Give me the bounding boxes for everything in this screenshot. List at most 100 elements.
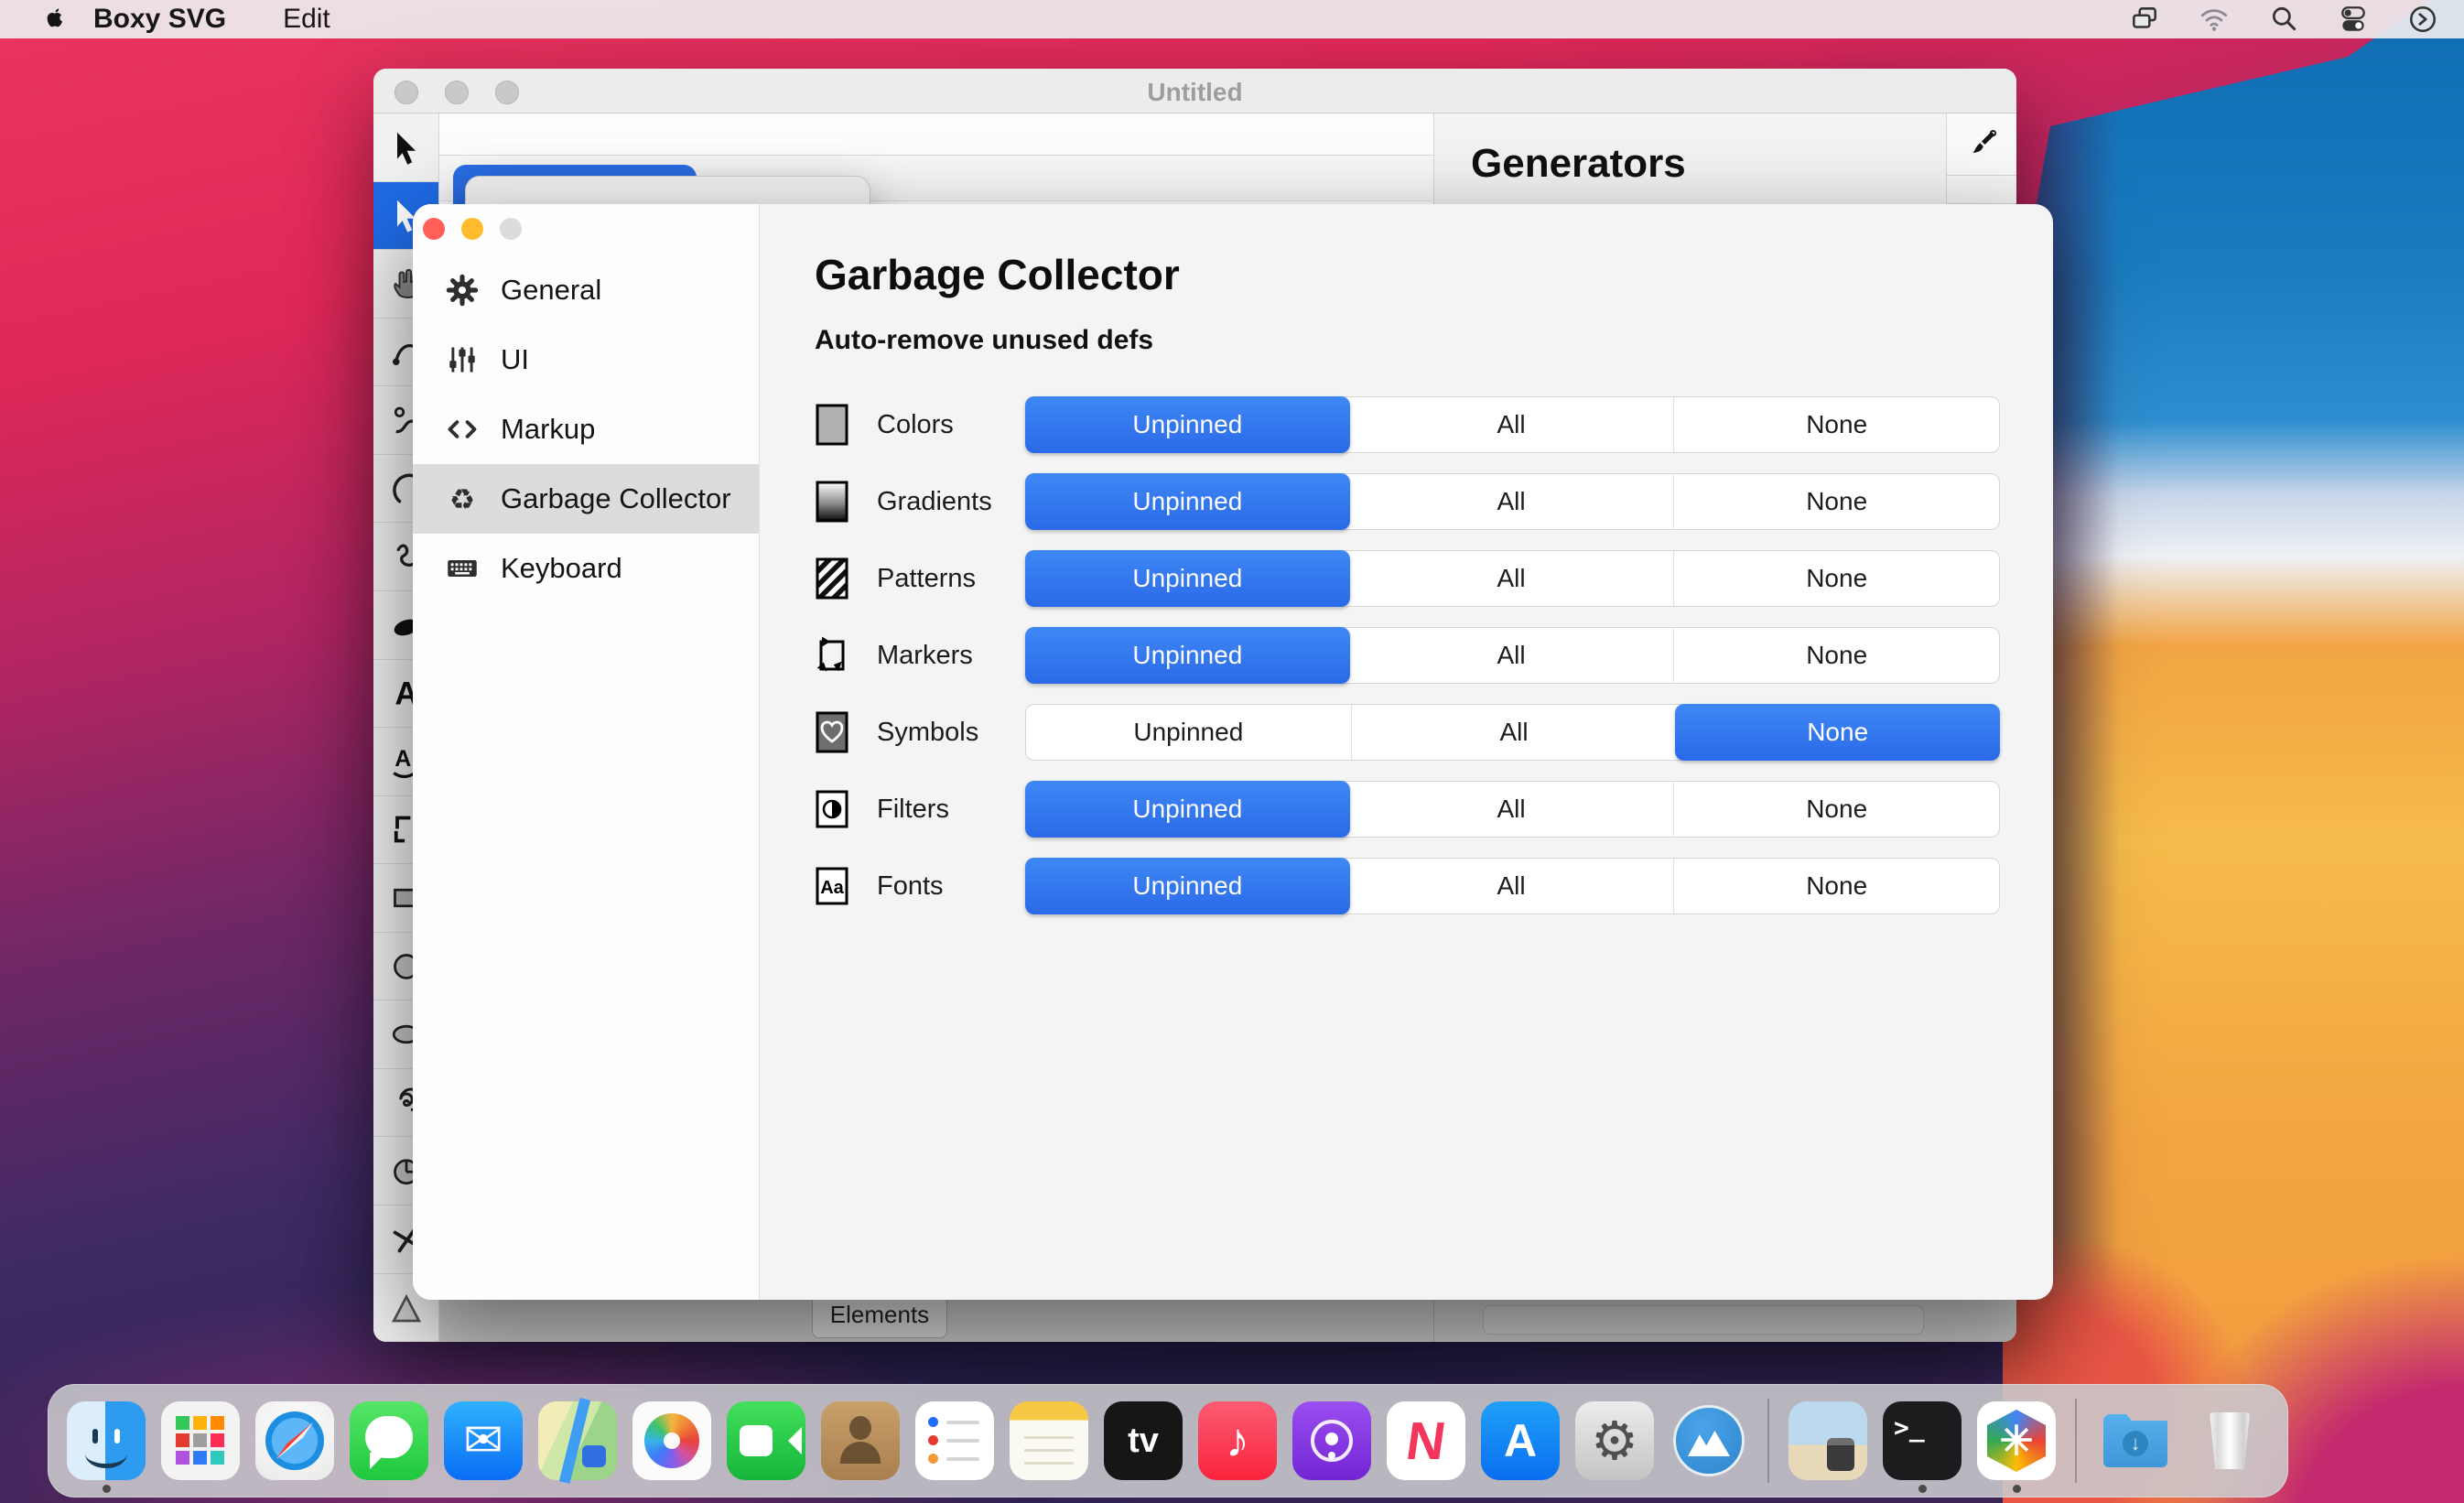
segment-unpinned[interactable]: Unpinned <box>1025 627 1350 684</box>
dock-facetime[interactable] <box>727 1401 805 1480</box>
bottom-bar-inset-panel <box>1483 1305 1924 1335</box>
segment-none[interactable]: None <box>1675 704 2001 761</box>
dock <box>48 1384 2288 1498</box>
segment-none[interactable]: None <box>1673 474 1999 529</box>
dock-hex-flower-app[interactable] <box>1977 1401 2056 1493</box>
filters-swatch-icon <box>815 787 849 831</box>
brush-icon <box>1964 127 1999 162</box>
segment-unpinned[interactable]: Unpinned <box>1026 705 1351 760</box>
settings-sidebar: General UI Markup Garbage Collector Keyb… <box>413 204 760 1300</box>
dock-downloads[interactable] <box>2096 1401 2175 1480</box>
defs-row: Colors Unpinned All None <box>815 396 2053 453</box>
circle-chevron-icon[interactable] <box>2407 4 2438 35</box>
dock-preview[interactable] <box>1789 1401 1867 1480</box>
dock-launchpad[interactable] <box>161 1401 240 1480</box>
dock-notes[interactable] <box>1010 1401 1088 1480</box>
menu-app-name[interactable]: Boxy SVG <box>93 4 226 35</box>
segment-unpinned[interactable]: Unpinned <box>1025 396 1350 453</box>
desktop: Boxy SVG Edit Untitled Generators Elemen… <box>0 0 2464 1503</box>
running-indicator <box>2013 1485 2021 1493</box>
segmented-control: Unpinned All None <box>1025 858 2000 914</box>
control-center-icon[interactable] <box>2338 4 2369 35</box>
bottom-tab-bar <box>439 1297 2016 1342</box>
fonts-swatch-icon <box>815 864 849 908</box>
settings-dialog: General UI Markup Garbage Collector Keyb… <box>413 204 2053 1300</box>
dock-messages[interactable] <box>350 1401 428 1480</box>
sidebar-item-keyboard[interactable]: Keyboard <box>413 534 759 603</box>
dock-contacts[interactable] <box>821 1401 900 1480</box>
segment-all[interactable]: All <box>1349 628 1674 683</box>
segment-none[interactable]: None <box>1673 859 1999 914</box>
dock-music[interactable] <box>1198 1401 1277 1480</box>
dock-terminal[interactable] <box>1883 1401 1961 1493</box>
paint-panel-tab[interactable] <box>1946 114 2016 176</box>
menu-status-icons <box>2129 4 2438 35</box>
dock-news[interactable] <box>1387 1401 1465 1480</box>
segment-all[interactable]: All <box>1350 705 1677 760</box>
paint-panel-subtab[interactable] <box>1946 176 2016 204</box>
sidebar-item-general[interactable]: General <box>413 255 759 325</box>
dock-photos[interactable] <box>632 1401 711 1480</box>
sidebar-item-markup[interactable]: Markup <box>413 395 759 464</box>
menu-bar: Boxy SVG Edit <box>0 0 2464 38</box>
colors-swatch-icon <box>815 403 849 447</box>
segment-unpinned[interactable]: Unpinned <box>1025 473 1350 530</box>
segment-all[interactable]: All <box>1349 859 1674 914</box>
dock-separator[interactable] <box>2075 1399 2077 1483</box>
dock-finder[interactable] <box>67 1401 146 1493</box>
segment-none[interactable]: None <box>1673 397 1999 452</box>
bottom-bar-divider <box>1433 1298 1434 1342</box>
tab-elements-label: Elements <box>829 1300 930 1328</box>
window-title: Untitled <box>1147 78 1243 106</box>
page-title: Garbage Collector <box>815 251 1180 298</box>
dock-apple-tv[interactable] <box>1104 1401 1183 1480</box>
dock-mail[interactable] <box>444 1401 523 1480</box>
dock-safari[interactable] <box>255 1401 334 1480</box>
dock-mountain-app[interactable] <box>1670 1401 1748 1480</box>
wallpaper-sky <box>2000 0 2464 1503</box>
gradients-swatch-icon <box>815 480 849 524</box>
sidebar-item-garbage-collector[interactable]: Garbage Collector <box>413 464 759 534</box>
segment-all[interactable]: All <box>1349 397 1674 452</box>
dialog-close-button[interactable] <box>423 218 445 240</box>
running-indicator <box>1918 1485 1927 1493</box>
generators-panel-title: Generators <box>1471 141 1686 186</box>
dock-trash[interactable] <box>2190 1401 2269 1480</box>
segment-all[interactable]: All <box>1349 474 1674 529</box>
segment-unpinned[interactable]: Unpinned <box>1025 858 1350 914</box>
search-icon[interactable] <box>2268 4 2299 35</box>
menu-item-edit[interactable]: Edit <box>283 4 330 35</box>
markers-swatch-icon <box>815 633 849 677</box>
recycle-icon <box>446 482 479 515</box>
segment-unpinned[interactable]: Unpinned <box>1025 781 1350 838</box>
window-titlebar[interactable]: Untitled <box>373 69 2016 114</box>
select-tool-icon <box>388 129 425 166</box>
dock-app-store[interactable] <box>1481 1401 1560 1480</box>
dock-podcasts[interactable] <box>1292 1401 1371 1480</box>
sidebar-item-ui[interactable]: UI <box>413 325 759 395</box>
segment-all[interactable]: All <box>1349 551 1674 606</box>
dock-separator[interactable] <box>1767 1399 1769 1483</box>
segment-none[interactable]: None <box>1673 551 1999 606</box>
settings-sidebar-list: General UI Markup Garbage Collector Keyb… <box>413 255 759 603</box>
segmented-control: Unpinned All None <box>1025 781 2000 838</box>
running-indicator <box>103 1485 111 1493</box>
dock-maps[interactable] <box>538 1401 617 1480</box>
dock-reminders[interactable] <box>915 1401 994 1480</box>
segmented-control: Unpinned All None <box>1025 704 2001 761</box>
dock-system-preferences[interactable] <box>1575 1401 1654 1480</box>
segment-all[interactable]: All <box>1349 782 1674 837</box>
segment-unpinned[interactable]: Unpinned <box>1025 550 1350 607</box>
defs-rows: Colors Unpinned All None Gradients Unpin… <box>815 396 2053 914</box>
defs-row: Patterns Unpinned All None <box>815 550 2053 607</box>
segmented-control: Unpinned All None <box>1025 627 2000 684</box>
code-icon <box>446 413 479 446</box>
dialog-minimize-button[interactable] <box>461 218 483 240</box>
segment-none[interactable]: None <box>1673 628 1999 683</box>
segment-none[interactable]: None <box>1673 782 1999 837</box>
apple-menu-icon[interactable] <box>38 4 70 35</box>
segmented-control: Unpinned All None <box>1025 396 2000 453</box>
wifi-icon[interactable] <box>2199 4 2230 35</box>
defs-row: Fonts Unpinned All None <box>815 858 2053 914</box>
windows-icon[interactable] <box>2129 4 2160 35</box>
